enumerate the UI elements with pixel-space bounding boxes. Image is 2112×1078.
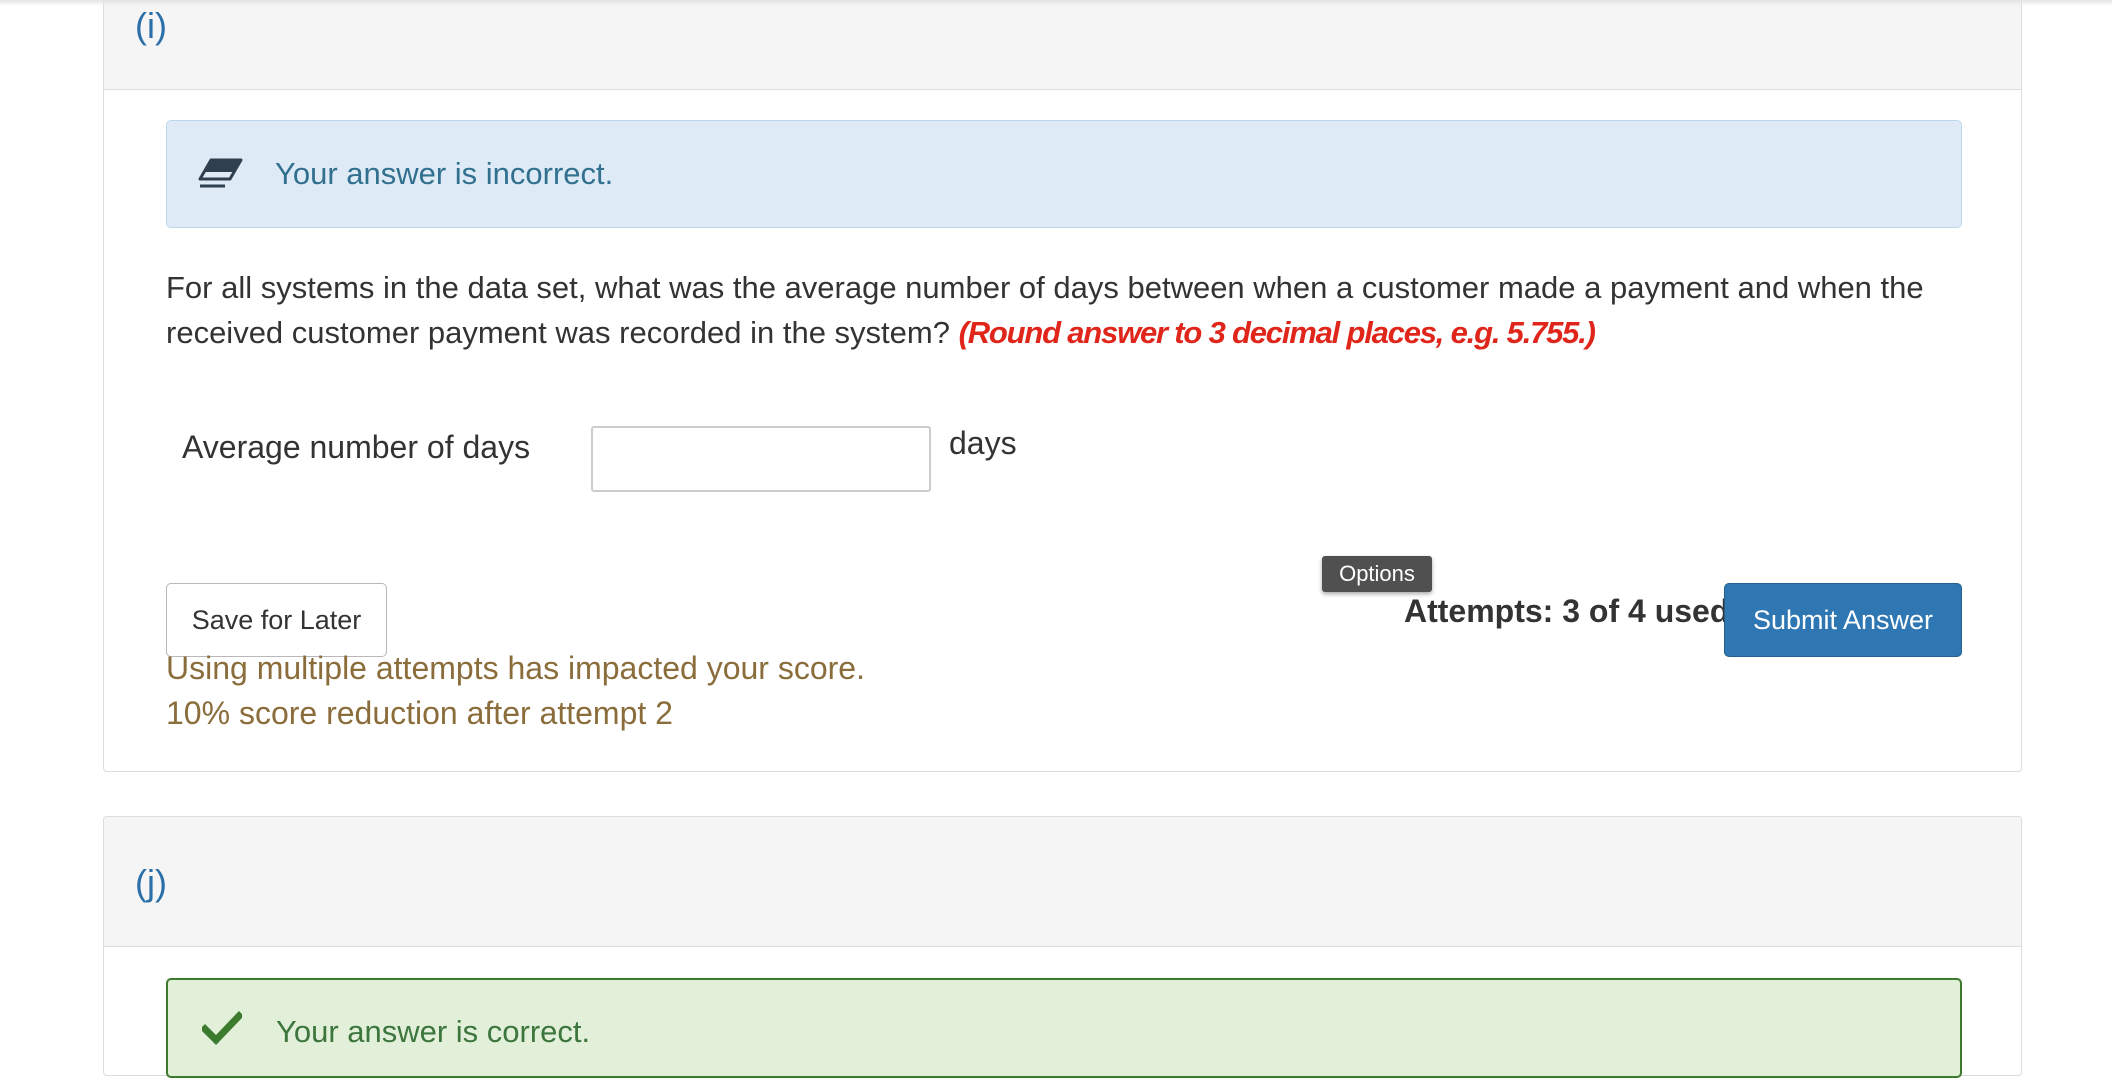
part-label-i[interactable]: (i) — [135, 8, 167, 44]
feedback-alert-incorrect: Your answer is incorrect. — [166, 120, 1962, 228]
answer-label: Average number of days — [182, 429, 531, 465]
panel-heading-i: (i) — [104, 0, 2021, 90]
top-shadow — [0, 0, 2112, 6]
save-for-later-button[interactable]: Save for Later — [166, 583, 387, 657]
checkmark-icon — [198, 1008, 246, 1048]
question-panel-i: (i) Your answer is incorrect. For all sy… — [103, 0, 2022, 772]
options-tooltip: Options — [1322, 556, 1432, 592]
penalty-message: Using multiple attempts has impacted you… — [166, 650, 865, 686]
question-panel-j: (j) Your answer is correct. — [103, 816, 2022, 1078]
panel-heading-j: (j) — [104, 817, 2021, 947]
penalty-detail: 10% score reduction after attempt 2 — [166, 695, 673, 731]
answer-unit: days — [949, 425, 1017, 461]
part-label-j[interactable]: (j) — [135, 865, 167, 901]
question-text-block: For all systems in the data set, what wa… — [166, 265, 1966, 355]
eraser-icon — [197, 154, 245, 194]
submit-answer-button[interactable]: Submit Answer — [1724, 583, 1962, 657]
feedback-text-correct: Your answer is correct. — [276, 1014, 591, 1049]
feedback-text: Your answer is incorrect. — [275, 156, 614, 191]
feedback-alert-correct: Your answer is correct. — [166, 978, 1962, 1078]
attempts-counter: Attempts: 3 of 4 used — [1404, 593, 1730, 629]
average-days-input[interactable] — [591, 426, 931, 492]
rounding-hint: (Round answer to 3 decimal places, e.g. … — [958, 315, 1596, 350]
